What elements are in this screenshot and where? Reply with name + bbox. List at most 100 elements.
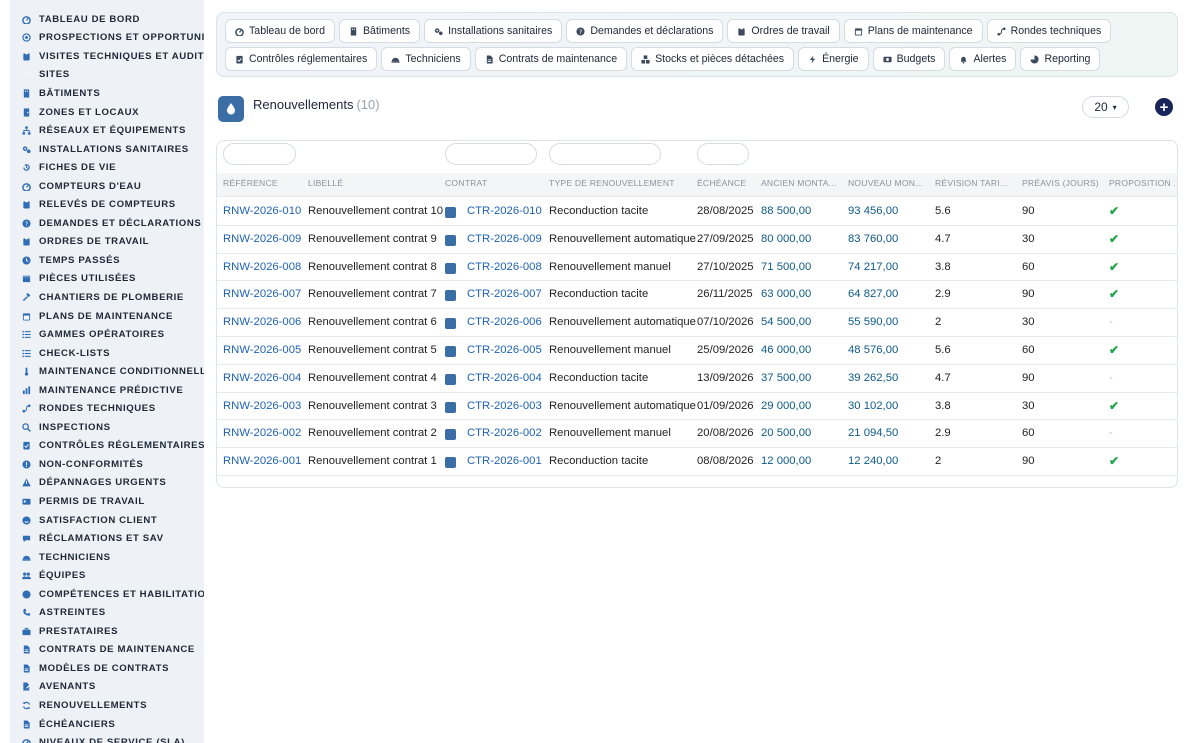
sidebar-item[interactable]: ORDRES DE TRAVAIL [10,233,204,252]
sidebar-item[interactable]: CONTRÔLES RÉGLEMENTAIRES [10,437,204,456]
tab-demandes-et-declarations[interactable]: ? Demandes et déclarations [566,19,724,43]
cell-reference[interactable]: RNW-2026-006 [223,309,301,337]
table-row[interactable]: RNW-2026-010 Renouvellement contrat 10 CTR… [217,198,1177,226]
tab-alertes[interactable]: Alertes [949,47,1017,71]
cell-reference[interactable]: RNW-2026-007 [223,281,301,309]
column-header-new-amount[interactable]: NOUVEAU MON... [848,173,931,197]
sidebar-item[interactable]: NIVEAUX DE SERVICE (SLA) [10,733,204,743]
sidebar-item[interactable]: TEMPS PASSÉS [10,251,204,270]
sidebar-item[interactable]: PLANS DE MAINTENANCE [10,307,204,326]
sidebar-item[interactable]: ? DEMANDES ET DÉCLARATIONS [10,214,204,233]
add-button[interactable]: + [1155,98,1173,116]
sidebar-item[interactable]: VISITES TECHNIQUES ET AUDITS [10,47,204,66]
tab-reporting[interactable]: Reporting [1020,47,1101,71]
column-header-price-revision[interactable]: RÉVISION TARI... [935,173,1018,197]
sidebar-item[interactable]: TABLEAU DE BORD [10,10,204,29]
cell-contract[interactable]: CTR-2026-006 [467,309,542,337]
sidebar-item[interactable]: RÉCLAMATIONS ET SAV [10,529,204,548]
column-header-proposal[interactable]: PROPOSITION ... [1109,173,1175,197]
sidebar-item[interactable]: ZONES ET LOCAUX [10,103,204,122]
sidebar-item[interactable]: SITES [10,66,204,85]
sidebar-item[interactable]: PERMIS DE TRAVAIL [10,492,204,511]
sidebar-item[interactable]: AVENANTS [10,678,204,697]
tab-energie[interactable]: Énergie [798,47,869,71]
tab-techniciens[interactable]: Techniciens [381,47,471,71]
sidebar-item[interactable]: MAINTENANCE CONDITIONNELLE [10,362,204,381]
tab-rondes-techniques[interactable]: Rondes techniques [986,19,1112,43]
sidebar-item[interactable]: CHANTIERS DE PLOMBERIE [10,288,204,307]
tab-stocks-et-pieces-detachees[interactable]: Stocks et pièces détachées [631,47,795,71]
cell-reference[interactable]: RNW-2026-010 [223,198,301,226]
sidebar-item[interactable]: GAMMES OPÉRATOIRES [10,325,204,344]
sidebar-item[interactable]: MAINTENANCE PRÉDICTIVE [10,381,204,400]
tab-budgets[interactable]: Budgets [872,47,946,71]
sidebar-item[interactable]: CONTRATS DE MAINTENANCE [10,641,204,660]
column-header-label[interactable]: LIBELLÉ [308,173,441,197]
table-row[interactable]: RNW-2026-006 Renouvellement contrat 6 CTR-… [217,309,1177,337]
sidebar-item[interactable]: INSTALLATIONS SANITAIRES [10,140,204,159]
cell-contract[interactable]: CTR-2026-003 [467,393,542,421]
filter-reference-input[interactable] [223,143,296,165]
sidebar-item[interactable]: INSPECTIONS [10,418,204,437]
sidebar-item[interactable]: DÉPANNAGES URGENTS [10,474,204,493]
table-row[interactable]: RNW-2026-001 Renouvellement contrat 1 CTR-… [217,448,1177,476]
tab-installations-sanitaires[interactable]: Installations sanitaires [424,19,563,43]
column-header-due-date[interactable]: ÉCHÉANCE [697,173,757,197]
sidebar-item[interactable]: PIÈCES UTILISÉES [10,270,204,289]
table-row[interactable]: RNW-2026-002 Renouvellement contrat 2 CTR-… [217,420,1177,449]
table-row[interactable]: RNW-2026-004 Renouvellement contrat 4 CTR-… [217,365,1177,393]
sidebar-item[interactable]: PROSPECTIONS ET OPPORTUNITÉS [10,29,204,48]
tab-controles-reglementaires[interactable]: Contrôles réglementaires [225,47,378,71]
sidebar-item[interactable]: BÂTIMENTS [10,84,204,103]
cell-reference[interactable]: RNW-2026-001 [223,448,301,476]
sidebar-item[interactable]: COMPTEURS D'EAU [10,177,204,196]
cell-contract[interactable]: CTR-2026-001 [467,448,542,476]
tab-batiments[interactable]: Bâtiments [338,19,421,43]
tab-contrats-de-maintenance[interactable]: Contrats de maintenance [474,47,628,71]
sidebar-item[interactable]: RELEVÉS DE COMPTEURS [10,195,204,214]
sidebar-item[interactable]: RENOUVELLEMENTS [10,696,204,715]
cell-reference[interactable]: RNW-2026-004 [223,365,301,393]
table-row[interactable]: RNW-2026-008 Renouvellement contrat 8 CTR-… [217,254,1177,282]
sidebar-item[interactable]: ASTREINTES [10,604,204,623]
column-header-type[interactable]: TYPE DE RENOUVELLEMENT [549,173,693,197]
cell-reference[interactable]: RNW-2026-005 [223,337,301,365]
cell-reference[interactable]: RNW-2026-003 [223,393,301,421]
cell-contract[interactable]: CTR-2026-009 [467,226,542,254]
sidebar-item[interactable]: MODÈLES DE CONTRATS [10,659,204,678]
cell-contract[interactable]: CTR-2026-008 [467,254,542,282]
column-header-old-amount[interactable]: ANCIEN MONTA... [761,173,844,197]
sidebar-item[interactable]: RÉSEAUX ET ÉQUIPEMENTS [10,121,204,140]
filter-contract-input[interactable] [445,143,537,165]
column-header-notice-days[interactable]: PRÉAVIS (JOURS) [1022,173,1105,197]
tab-ordres-de-travail[interactable]: Ordres de travail [727,19,840,43]
filter-due-input[interactable] [697,143,749,165]
cell-contract[interactable]: CTR-2026-004 [467,365,542,393]
sidebar-item[interactable]: COMPÉTENCES ET HABILITATIONS [10,585,204,604]
column-header-reference[interactable]: RÉFÉRENCE [223,173,304,197]
tab-tableau-de-bord[interactable]: Tableau de bord [225,19,335,43]
cell-reference[interactable]: RNW-2026-008 [223,254,301,282]
filter-type-input[interactable] [549,143,661,165]
table-row[interactable]: RNW-2026-003 Renouvellement contrat 3 CTR-… [217,393,1177,421]
sidebar-item[interactable]: CHECK-LISTS [10,344,204,363]
cell-reference[interactable]: RNW-2026-002 [223,420,301,448]
table-row[interactable]: RNW-2026-005 Renouvellement contrat 5 CTR-… [217,337,1177,365]
column-header-contract[interactable]: CONTRAT [445,173,545,197]
sidebar-item[interactable]: FICHES DE VIE [10,158,204,177]
tab-plans-de-maintenance[interactable]: Plans de maintenance [843,19,983,43]
cell-contract[interactable]: CTR-2026-010 [467,198,542,226]
cell-contract[interactable]: CTR-2026-007 [467,281,542,309]
cell-reference[interactable]: RNW-2026-009 [223,226,301,254]
sidebar-item[interactable]: ÉQUIPES [10,566,204,585]
cell-contract[interactable]: CTR-2026-005 [467,337,542,365]
table-row[interactable]: RNW-2026-007 Renouvellement contrat 7 CTR-… [217,281,1177,310]
table-row[interactable]: RNW-2026-009 Renouvellement contrat 9 CTR-… [217,226,1177,254]
sidebar-item[interactable]: NON-CONFORMITÉS [10,455,204,474]
sidebar-item[interactable]: TECHNICIENS [10,548,204,567]
sidebar-item[interactable]: ÉCHÉANCIERS [10,715,204,734]
sidebar-item[interactable]: SATISFACTION CLIENT [10,511,204,530]
cell-contract[interactable]: CTR-2026-002 [467,420,542,448]
per-page-select[interactable]: 20 ▾ [1082,96,1129,118]
sidebar-item[interactable]: PRESTATAIRES [10,622,204,641]
